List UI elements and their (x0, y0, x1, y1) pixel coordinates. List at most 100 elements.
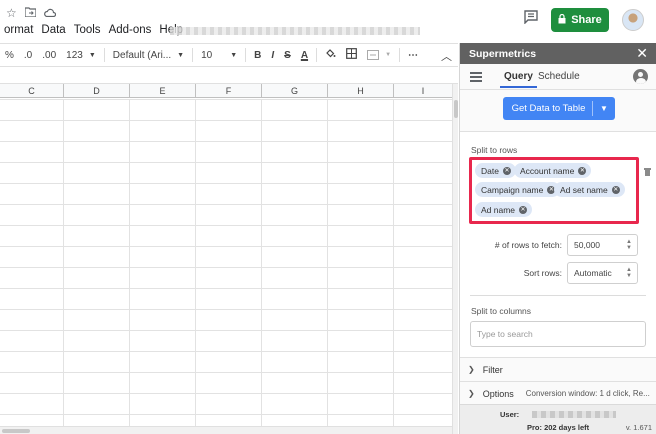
title-icons: ☆ (6, 6, 56, 20)
split-to-rows-label: Split to rows (471, 145, 518, 155)
sidebar-title: Supermetrics (469, 47, 537, 60)
menu-icon[interactable] (470, 72, 482, 82)
number-format-label: 123 (66, 49, 83, 61)
chevron-right-icon: ❯ (468, 365, 475, 374)
redacted-edit-info (170, 27, 420, 35)
vertical-scrollbar[interactable] (452, 84, 458, 434)
filter-label: Filter (482, 364, 503, 375)
search-placeholder: Type to search (477, 329, 533, 339)
percent-format-button[interactable]: % (0, 50, 19, 61)
toolbar-divider (316, 48, 318, 62)
chevron-down-icon: ▼ (385, 52, 392, 58)
options-summary: Conversion window: 1 d click, Re... (525, 389, 650, 398)
rows-to-fetch-label: # of rows to fetch: (494, 240, 562, 250)
rows-to-fetch-row: # of rows to fetch: 50,000 ▲ ▼ (460, 234, 656, 256)
select-arrows-icon: ▲ ▼ (626, 267, 632, 279)
share-label: Share (571, 14, 602, 26)
filter-section[interactable]: ❯ Filter (460, 357, 656, 381)
grid-lines (0, 99, 452, 426)
chip-date[interactable]: Date ✕ (475, 163, 516, 178)
stepper-icon[interactable]: ▲ ▼ (626, 239, 632, 251)
remove-icon[interactable]: ✕ (502, 166, 511, 175)
options-label: Options (482, 388, 514, 399)
star-icon[interactable]: ☆ (6, 6, 17, 20)
italic-button[interactable]: I (266, 50, 279, 61)
strikethrough-button[interactable]: S (279, 50, 296, 61)
sidebar-header: Supermetrics ✕ (460, 43, 656, 64)
remove-icon[interactable]: ✕ (578, 166, 587, 175)
close-icon[interactable]: ✕ (636, 45, 648, 62)
remove-icon[interactable]: ✕ (611, 185, 620, 194)
avatar[interactable] (622, 9, 644, 31)
section-divider (470, 295, 646, 296)
chip-account-name[interactable]: Account name ✕ (514, 163, 592, 178)
font-size-dropdown[interactable]: 10 ▼ (196, 50, 242, 61)
chip-ad-name[interactable]: Ad name ✕ (475, 202, 533, 217)
chip-ad-set-name[interactable]: Ad set name ✕ (554, 182, 625, 197)
font-family-dropdown[interactable]: Default (Ari... ▼ (108, 50, 189, 61)
column-header-e[interactable]: E (130, 84, 196, 98)
get-data-label: Get Data to Table (511, 103, 586, 114)
column-header-d[interactable]: D (64, 84, 130, 98)
share-button[interactable]: Share (551, 8, 609, 32)
scrollbar-thumb[interactable] (2, 429, 30, 433)
menu-addons[interactable]: Add-ons (105, 24, 156, 36)
lock-icon (558, 13, 566, 27)
remove-icon[interactable]: ✕ (519, 205, 528, 214)
toolbar-divider (192, 48, 194, 62)
collapse-toolbar-icon[interactable]: ︿ (441, 48, 452, 64)
fill-color-icon[interactable] (320, 48, 341, 62)
column-header-c[interactable]: C (0, 84, 64, 98)
chevron-down-icon[interactable]: ▼ (593, 104, 615, 113)
column-header-f[interactable]: F (196, 84, 262, 98)
sort-rows-select[interactable]: Automatic ▲ ▼ (567, 262, 638, 284)
trash-icon[interactable] (644, 168, 651, 176)
pro-status: Pro: 202 days left (527, 423, 590, 432)
chevron-down-icon: ▼ (88, 51, 96, 59)
menu-format[interactable]: ormat (0, 24, 37, 36)
split-to-columns-label: Split to columns (471, 306, 531, 316)
sidebar-footer: User: Pro: 202 days left v. 1.671 (460, 404, 656, 434)
number-format-dropdown[interactable]: 123 ▼ (61, 50, 101, 61)
rows-to-fetch-input[interactable]: 50,000 ▲ ▼ (567, 234, 638, 256)
toolbar-divider (103, 48, 105, 62)
column-header-g[interactable]: G (262, 84, 328, 98)
formula-bar[interactable] (0, 68, 458, 84)
horizontal-scrollbar[interactable] (0, 426, 452, 434)
comment-icon[interactable] (522, 10, 540, 28)
tab-schedule[interactable]: Schedule (538, 71, 580, 82)
move-folder-icon[interactable] (24, 6, 37, 20)
redacted-user-email (532, 411, 616, 418)
supermetrics-sidebar: Supermetrics ✕ Query Schedule Get Data t… (459, 43, 656, 434)
menu-tools[interactable]: Tools (70, 24, 105, 36)
decrease-decimal-button[interactable]: .0 (19, 50, 37, 61)
formatting-toolbar: % .0 .00 123 ▼ Default (Ari... ▼ 10 ▼ B … (0, 43, 458, 67)
sidebar-tabs: Query Schedule (460, 64, 656, 90)
bold-button[interactable]: B (249, 50, 266, 61)
scrollbar-thumb[interactable] (454, 100, 458, 118)
font-size-label: 10 (201, 49, 213, 61)
borders-icon[interactable] (341, 48, 362, 62)
chip-label: Campaign name (481, 184, 544, 195)
tab-query[interactable]: Query (500, 71, 537, 88)
get-data-button[interactable]: Get Data to Table ▼ (503, 97, 615, 120)
split-columns-search-input[interactable]: Type to search (470, 321, 646, 347)
sort-rows-label: Sort rows: (523, 268, 562, 278)
user-label: User: (500, 410, 520, 419)
toolbar-divider (399, 48, 401, 62)
text-color-button[interactable]: A (296, 50, 313, 61)
options-section[interactable]: ❯ Options Conversion window: 1 d click, … (460, 381, 656, 405)
cloud-status-icon[interactable] (43, 6, 56, 20)
column-header-i[interactable]: I (394, 84, 452, 98)
menu-bar: ormat Data Tools Add-ons Help (0, 24, 187, 36)
chip-campaign-name[interactable]: Campaign name ✕ (475, 182, 561, 197)
merge-cells-icon[interactable]: ▼ (362, 50, 396, 60)
more-icon[interactable]: ⋯ (403, 50, 423, 61)
chevron-down-icon: ▼ (230, 51, 238, 59)
chip-label: Account name (520, 165, 575, 176)
toolbar-divider (245, 48, 247, 62)
increase-decimal-button[interactable]: .00 (37, 50, 61, 61)
account-icon[interactable] (633, 69, 648, 84)
column-header-h[interactable]: H (328, 84, 394, 98)
menu-data[interactable]: Data (37, 24, 69, 36)
